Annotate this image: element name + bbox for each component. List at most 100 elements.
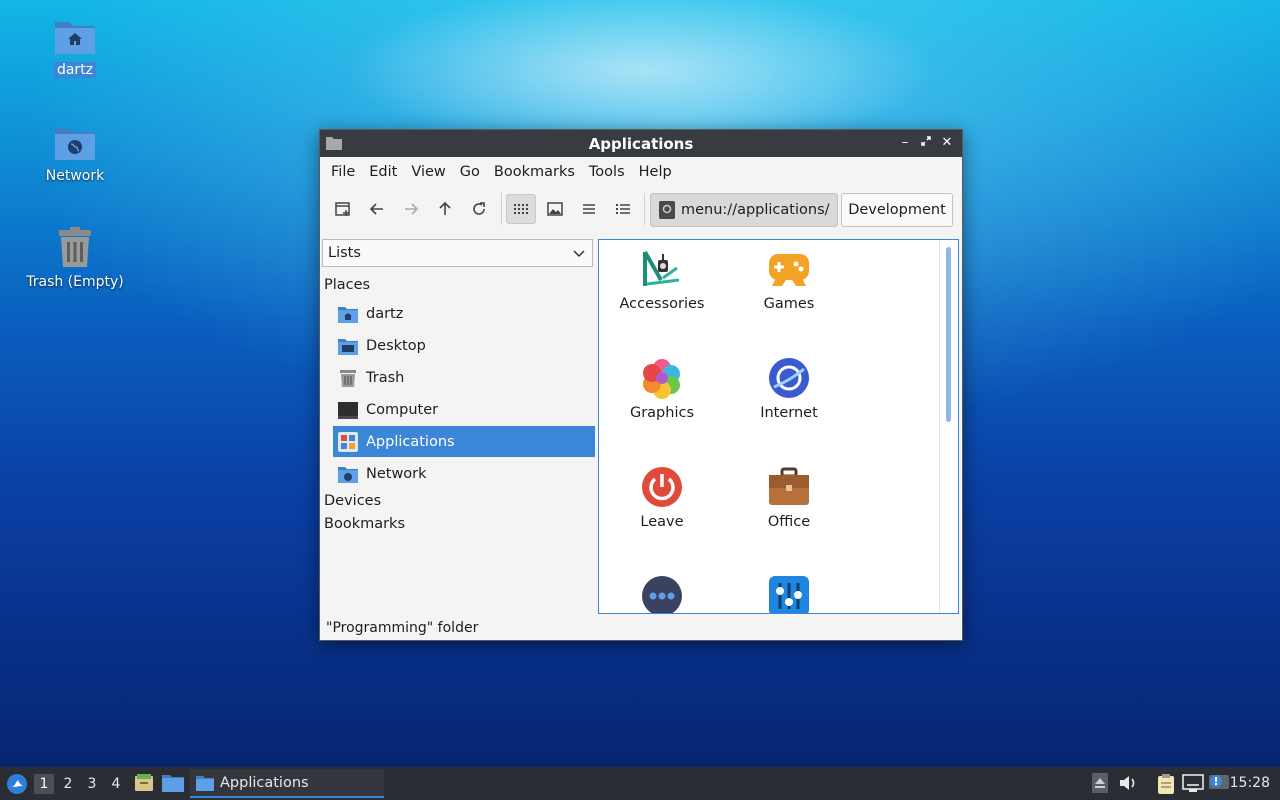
sidebar-item-label: Network: [366, 465, 427, 482]
clock[interactable]: 15:28: [1230, 775, 1270, 791]
taskbar-window-applications[interactable]: Applications: [190, 769, 384, 798]
notification-icon[interactable]: [1208, 773, 1230, 793]
forward-button[interactable]: [396, 194, 426, 224]
preferences-icon: [769, 576, 809, 613]
bookmarks-heading[interactable]: Bookmarks: [324, 516, 405, 532]
desktop-icon-label: Network: [45, 168, 105, 184]
new-tab-icon: [335, 202, 350, 216]
graphics-icon: [643, 359, 680, 399]
app-folder-graphics[interactable]: Graphics: [607, 357, 717, 421]
menu-help[interactable]: Help: [632, 164, 679, 180]
app-folder-leave[interactable]: Leave: [607, 466, 717, 530]
toolbar-separator: [644, 193, 645, 225]
desktop-folder-icon: [338, 338, 358, 355]
network-folder-icon: [338, 466, 358, 483]
office-briefcase-icon: [769, 467, 809, 505]
app-folder-office[interactable]: Office: [734, 466, 844, 530]
devices-heading[interactable]: Devices: [324, 493, 381, 509]
arrow-left-icon: [369, 203, 383, 215]
desktop-icon-label: Trash (Empty): [26, 274, 124, 290]
trash-icon: [59, 227, 91, 267]
app-folder-label: Graphics: [629, 405, 695, 421]
toolbar-separator: [501, 193, 502, 225]
eject-icon[interactable]: [1092, 773, 1108, 793]
sidebar-item-computer[interactable]: Computer: [333, 394, 595, 425]
minimize-icon[interactable]: –: [896, 134, 914, 152]
trash-icon: [340, 369, 356, 387]
menu-file[interactable]: File: [324, 164, 362, 180]
app-folder-games[interactable]: Games: [734, 248, 844, 312]
desktop-icon-home[interactable]: dartz: [20, 16, 130, 78]
power-icon: [642, 467, 682, 507]
app-folder-label: Leave: [640, 514, 684, 530]
grid-view-icon: [514, 204, 528, 214]
detailed-list-icon: [616, 204, 630, 214]
internet-icon: [769, 358, 809, 398]
folder-icon: [196, 775, 214, 791]
sidebar: Lists Places dartz Desktop Trash Compute…: [320, 238, 596, 610]
list-icon: [583, 204, 595, 214]
menu-tools[interactable]: Tools: [582, 164, 632, 180]
location-path: menu://applications/: [681, 202, 830, 218]
network-connection-icon[interactable]: [1182, 773, 1204, 793]
sidebar-item-trash[interactable]: Trash: [333, 362, 595, 393]
workspace-1[interactable]: 1: [34, 774, 54, 794]
show-desktop-icon[interactable]: [162, 774, 184, 792]
arrow-right-icon: [405, 203, 419, 215]
sidebar-item-home[interactable]: dartz: [333, 298, 595, 329]
workspace-2[interactable]: 2: [58, 774, 78, 794]
thumbnail-view-button[interactable]: [540, 194, 570, 224]
app-folder-preferences[interactable]: [734, 575, 844, 613]
desktop-icon-label: dartz: [53, 62, 97, 78]
new-tab-button[interactable]: [328, 194, 358, 224]
menu-bookmarks[interactable]: Bookmarks: [487, 164, 582, 180]
file-manager-launcher-icon[interactable]: [134, 773, 154, 793]
window-title: Applications: [588, 135, 694, 153]
taskbar-window-label: Applications: [220, 774, 309, 791]
reload-button[interactable]: [464, 194, 494, 224]
status-bar-text: "Programming" folder: [326, 620, 479, 636]
start-menu-icon[interactable]: [6, 773, 28, 795]
back-button[interactable]: [362, 194, 392, 224]
desktop-icon-network[interactable]: Network: [20, 122, 130, 184]
sidebar-item-desktop[interactable]: Desktop: [333, 330, 595, 361]
sidebar-item-label: Applications: [366, 433, 455, 450]
sidebar-item-applications[interactable]: Applications: [333, 426, 595, 457]
breadcrumb-button[interactable]: Development: [841, 193, 953, 227]
app-folder-internet[interactable]: Internet: [734, 357, 844, 421]
workspace-3[interactable]: 3: [82, 774, 102, 794]
location-bar[interactable]: menu://applications/: [650, 193, 838, 227]
icon-view-button[interactable]: [506, 194, 536, 224]
app-folder-accessories[interactable]: Accessories: [607, 248, 717, 312]
other-dots-icon: [642, 576, 682, 613]
sidebar-mode-value: Lists: [328, 245, 361, 261]
sidebar-item-label: dartz: [366, 305, 404, 322]
file-view[interactable]: Accessories Games Graphics Internet Leav…: [598, 239, 959, 614]
app-folder-label: Office: [767, 514, 811, 530]
maximize-icon[interactable]: [917, 134, 935, 152]
menu-view[interactable]: View: [404, 164, 452, 180]
volume-icon[interactable]: [1118, 773, 1138, 793]
menu-bar: File Edit View Go Bookmarks Tools Help: [320, 157, 962, 187]
clipboard-icon[interactable]: [1156, 773, 1176, 795]
sidebar-item-label: Trash: [366, 369, 405, 386]
sidebar-item-network[interactable]: Network: [333, 458, 595, 489]
app-folder-label: Internet: [760, 405, 818, 421]
title-bar[interactable]: Applications – ✕: [320, 130, 962, 157]
menu-go[interactable]: Go: [453, 164, 487, 180]
detailed-view-button[interactable]: [608, 194, 638, 224]
close-icon[interactable]: ✕: [938, 134, 956, 152]
location-icon: [659, 201, 675, 219]
places-heading[interactable]: Places: [324, 277, 370, 293]
menu-edit[interactable]: Edit: [362, 164, 404, 180]
app-folder-label: Games: [763, 296, 815, 312]
workspace-4[interactable]: 4: [106, 774, 126, 794]
up-button[interactable]: [430, 194, 460, 224]
scrollbar-thumb[interactable]: [946, 247, 951, 422]
desktop-icon-trash[interactable]: Trash (Empty): [20, 226, 130, 290]
app-folder-other[interactable]: [607, 575, 717, 613]
compact-view-button[interactable]: [574, 194, 604, 224]
applications-icon: [338, 431, 358, 452]
accessories-icon: [643, 251, 680, 286]
sidebar-mode-select[interactable]: Lists: [322, 239, 593, 267]
